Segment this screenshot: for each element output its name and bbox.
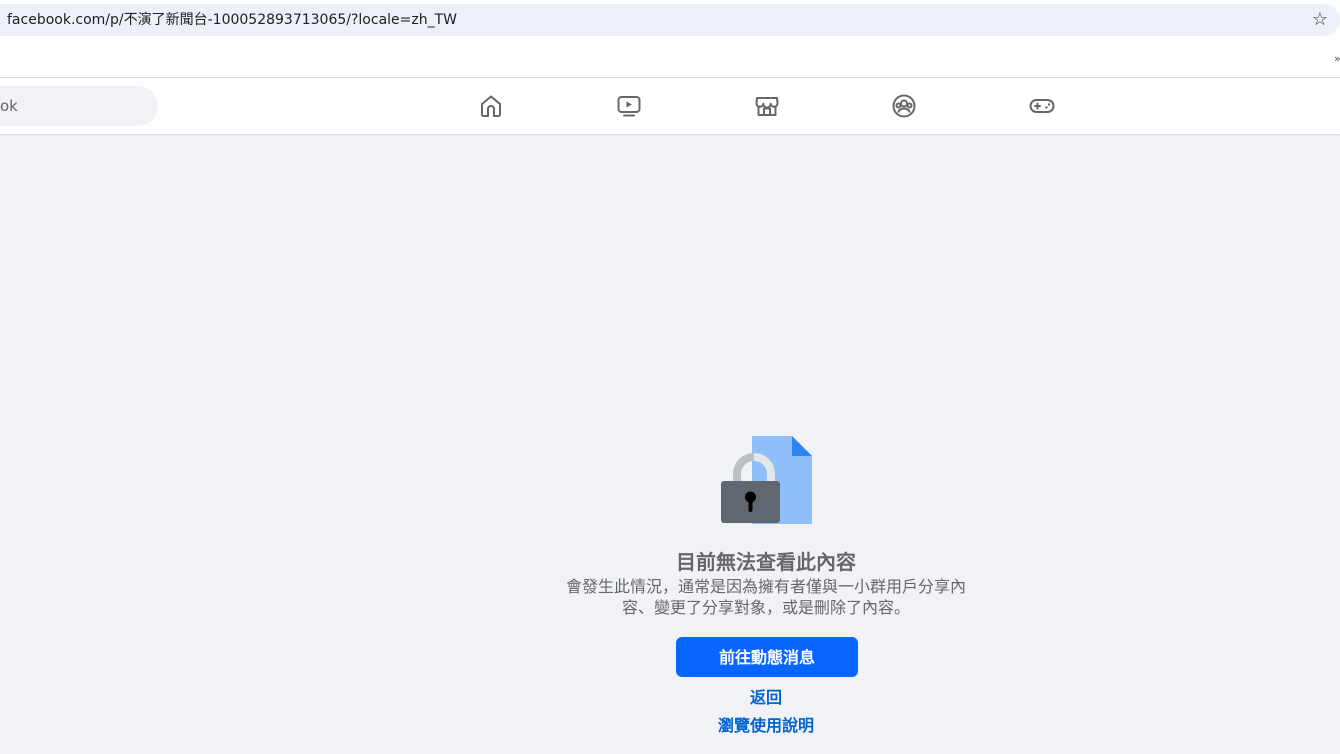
marketplace-icon[interactable] [753, 92, 781, 120]
groups-icon[interactable] [890, 92, 918, 120]
gaming-icon[interactable] [1028, 92, 1056, 120]
locked-document-icon [720, 434, 812, 526]
bookmarks-bar: » [0, 40, 1340, 78]
message-body-line1: 會發生此情況，通常是因為擁有者僅與一小群用戶分享內 [565, 577, 966, 596]
video-icon[interactable] [615, 92, 643, 120]
search-input-text: ok [0, 97, 18, 115]
message-body-line2: 容、變更了分享對象，或是刪除了內容。 [621, 598, 910, 617]
bookmark-star-icon[interactable]: ☆ [1309, 9, 1331, 31]
content-unavailable-panel: 目前無法查看此內容 會發生此情況，通常是因為擁有者僅與一小群用戶分享內 容、變更… [0, 134, 1340, 754]
search-input[interactable]: ok [0, 86, 158, 126]
home-icon[interactable] [477, 92, 505, 120]
browser-address-strip: facebook.com/p/不演了新聞台-100052893713065/?l… [0, 0, 1340, 40]
back-link[interactable]: 返回 [600, 687, 932, 709]
address-url[interactable]: facebook.com/p/不演了新聞台-100052893713065/?l… [7, 4, 457, 36]
help-center-link[interactable]: 瀏覽使用說明 [600, 715, 932, 737]
facebook-top-nav: ok [0, 78, 1340, 134]
message-title: 目前無法查看此內容 [676, 550, 856, 574]
go-to-feed-button[interactable]: 前往動態消息 [676, 637, 858, 677]
bookmarks-overflow-icon[interactable]: » [1334, 52, 1340, 66]
message-body: 會發生此情況，通常是因為擁有者僅與一小群用戶分享內 容、變更了分享對象，或是刪除… [546, 576, 986, 618]
